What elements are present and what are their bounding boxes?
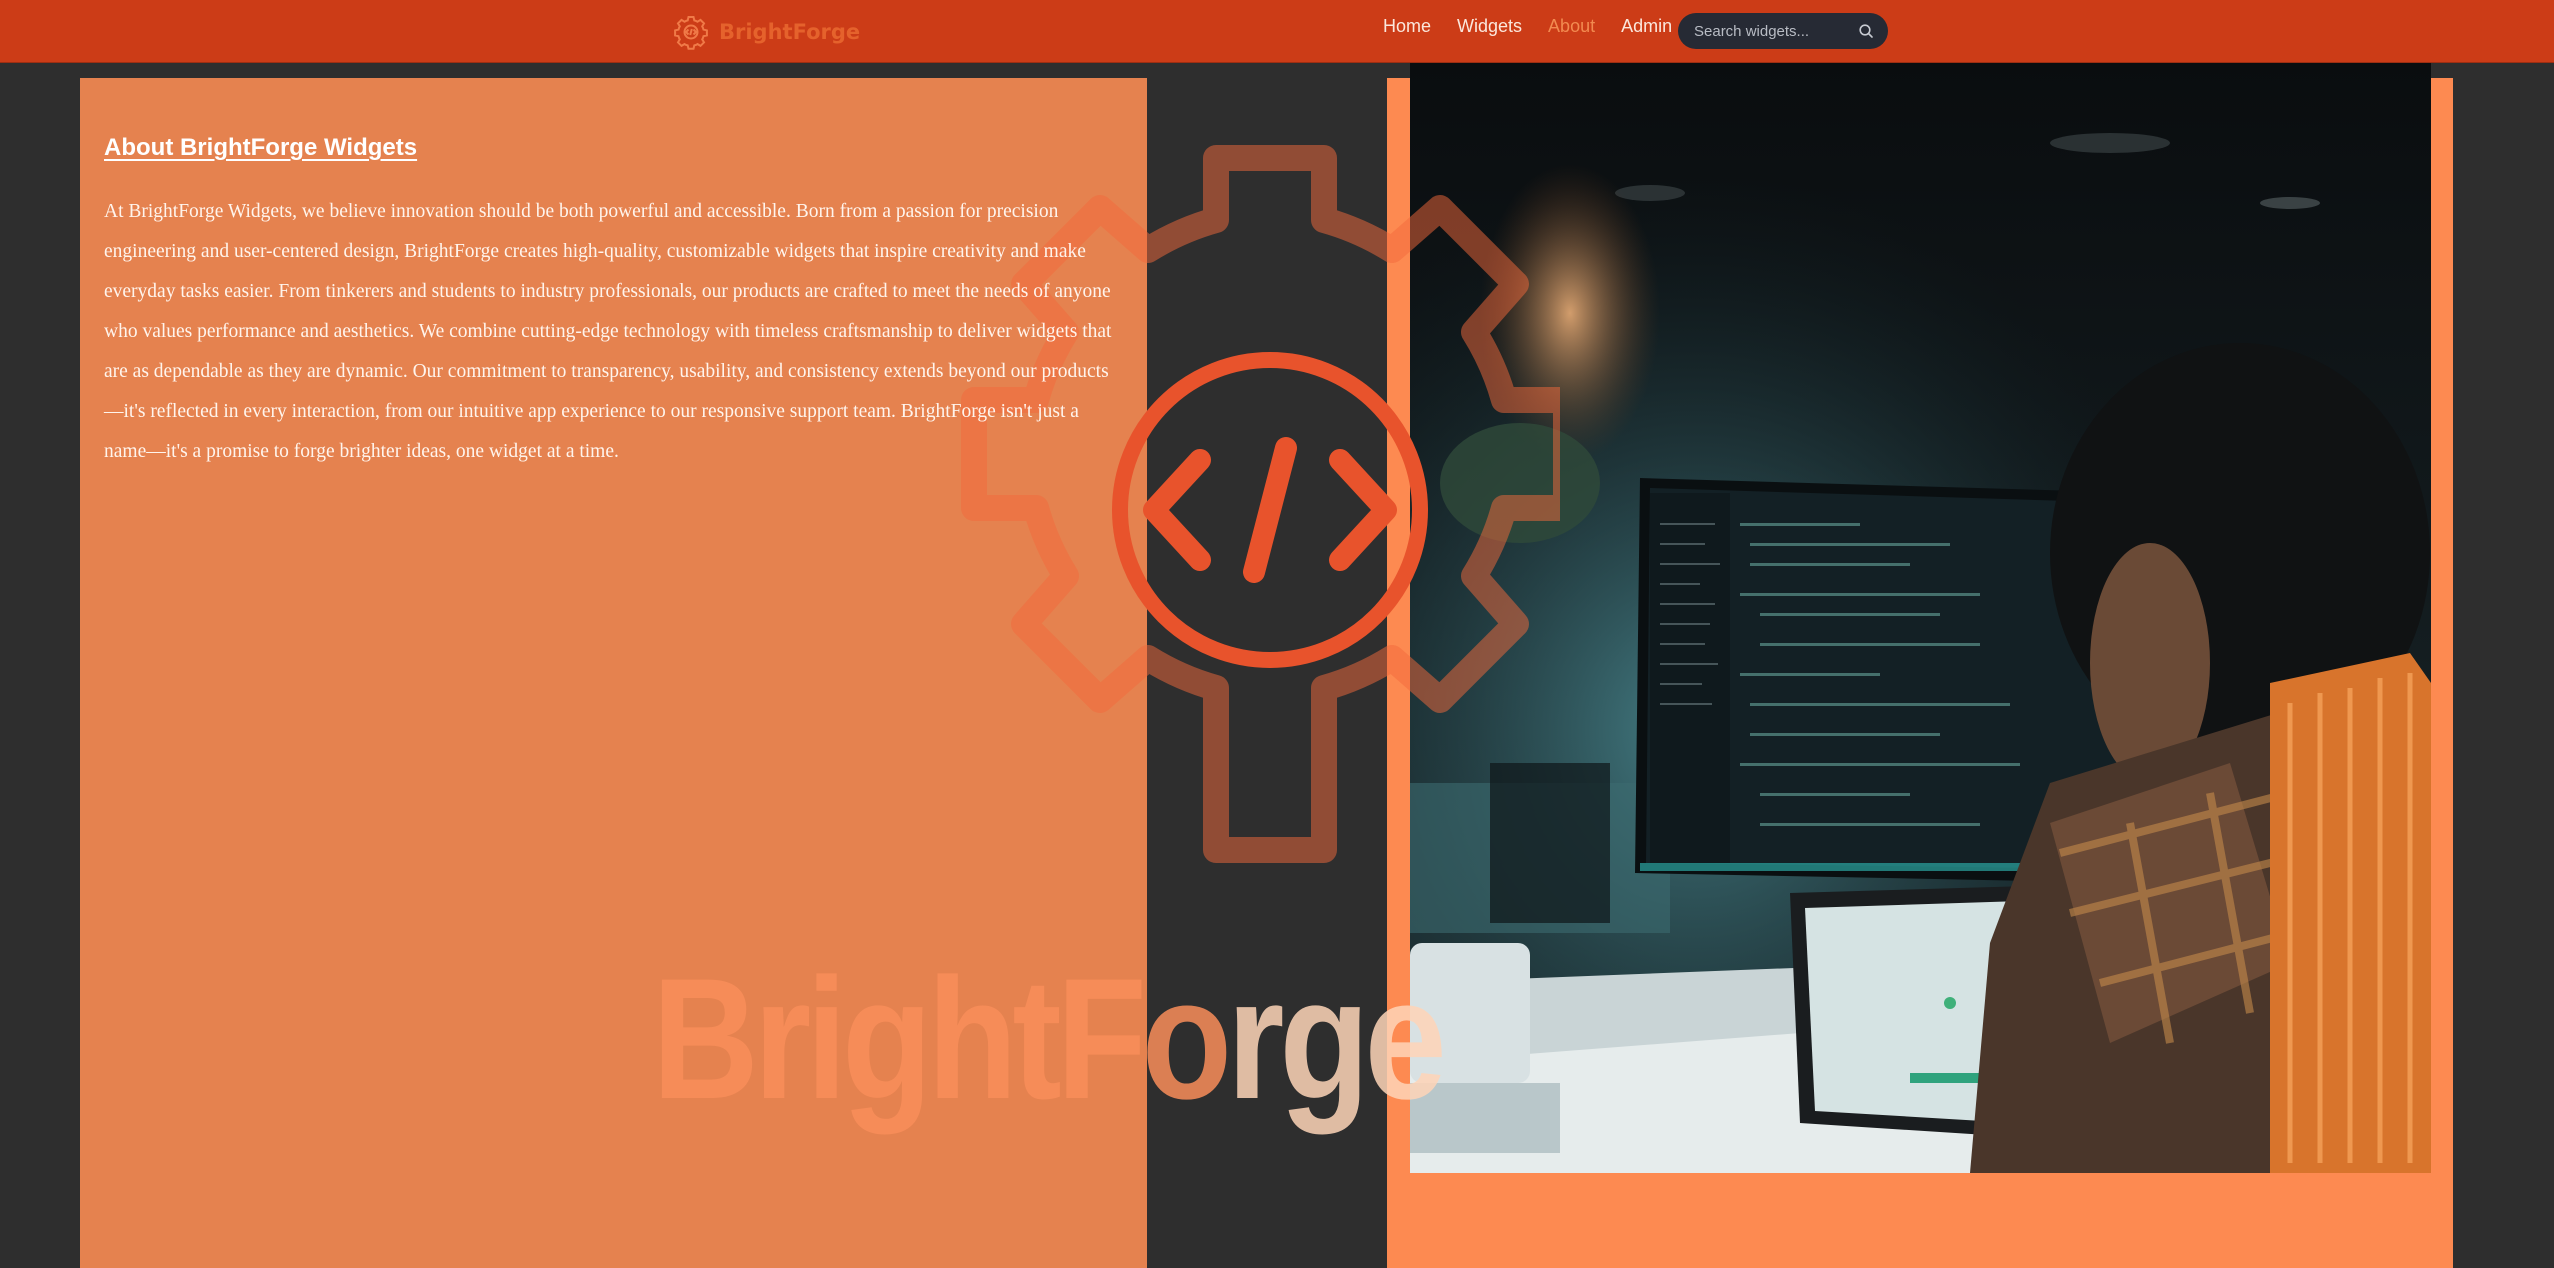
nav-link-home[interactable]: Home: [1370, 16, 1444, 37]
about-body-text: At BrightForge Widgets, we believe innov…: [104, 201, 1112, 462]
nav-link-widgets[interactable]: Widgets: [1444, 16, 1535, 37]
search-box: [1678, 13, 1888, 49]
developer-at-workstation-image: [1410, 63, 2431, 1173]
brand-home-link[interactable]: BrightForge: [673, 14, 860, 50]
nav-link-about[interactable]: About: [1535, 16, 1608, 37]
page-title: About BrightForge Widgets: [104, 134, 418, 161]
nav-link-admin[interactable]: Admin: [1608, 16, 1685, 37]
about-content: About BrightForge Widgets At BrightForge…: [104, 134, 1124, 472]
top-navbar: BrightForge Home Widgets About Admin: [0, 0, 2554, 63]
gear-code-icon: [674, 16, 708, 50]
brand-name: BrightForge: [719, 20, 861, 44]
main-nav: Home Widgets About Admin: [1370, 0, 1685, 52]
search-input[interactable]: [1694, 22, 1858, 40]
search-icon[interactable]: [1858, 23, 1874, 39]
